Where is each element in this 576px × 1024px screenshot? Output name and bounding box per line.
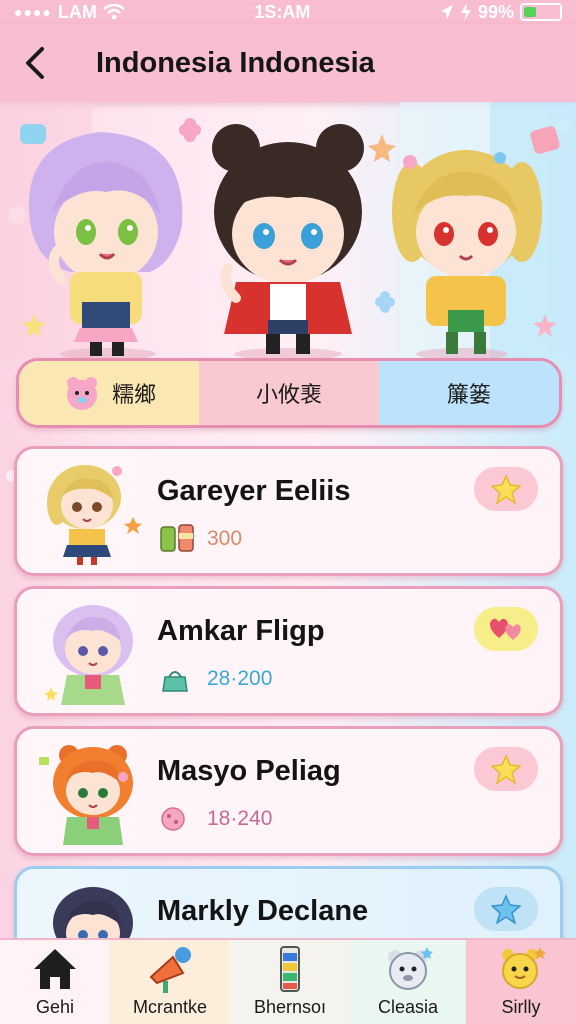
location-icon	[440, 5, 453, 19]
tab-2[interactable]: 小攸裵	[199, 361, 379, 425]
sun-face-icon	[502, 947, 546, 989]
tab-label: 小攸裵	[255, 382, 322, 407]
character-red-coat	[212, 124, 364, 360]
back-button[interactable]	[18, 43, 52, 83]
nav-label: Bhernsoı	[253, 997, 327, 1017]
page-title: Indonesia Indonesia	[96, 46, 375, 79]
avatar	[39, 745, 133, 845]
hero-banner	[0, 102, 576, 360]
character-card[interactable]: Amkar Fligp 28·200	[14, 586, 563, 716]
character-card[interactable]: Masyo Peliag 18·240	[14, 726, 563, 856]
bottom-nav: Gehi Mcrantke Bhernsoı Cleasia Sirlly	[0, 938, 576, 1024]
tab-1[interactable]: 糯鄉	[19, 361, 199, 425]
favorite-button[interactable]	[474, 607, 538, 651]
stat-value: 18·240	[207, 807, 273, 830]
nav-item-battery[interactable]: Bhernsoı	[230, 940, 350, 1024]
character-name: Gareyer Eeliis	[157, 475, 351, 507]
character-name: Markly Declane	[157, 895, 369, 927]
nav-item-megaphone[interactable]: Mcrantke	[110, 940, 230, 1024]
status-bar: ●●●● LAM 1S:AM 99%	[0, 0, 576, 24]
favorite-button[interactable]	[474, 467, 538, 511]
nav-label: Cleasia	[377, 997, 439, 1017]
star-icon	[368, 134, 396, 162]
avatar	[47, 465, 142, 565]
charging-icon	[460, 3, 471, 21]
sticker-icon	[20, 124, 46, 144]
chevron-left-icon	[26, 47, 44, 79]
nav-item-bear[interactable]: Cleasia	[350, 940, 466, 1024]
signal-icon: ●●●●	[14, 4, 52, 20]
favorite-button[interactable]	[474, 887, 538, 931]
nav-label: Gehi	[35, 997, 75, 1017]
cans-icon	[160, 524, 194, 552]
star-icon	[491, 894, 521, 924]
hero-illustration	[0, 102, 576, 360]
character-stats: 28·200	[157, 663, 272, 695]
tab-3[interactable]: 簾篓	[379, 361, 559, 425]
app-header: Indonesia Indonesia	[0, 24, 576, 102]
nav-label: Mcrantke	[132, 997, 208, 1017]
megaphone-icon	[149, 947, 191, 993]
character-stats: 300	[157, 523, 242, 555]
nav-item-home[interactable]: Gehi	[0, 940, 110, 1024]
bag-icon	[162, 671, 188, 692]
bear-icon	[388, 947, 433, 990]
wifi-icon	[103, 4, 125, 20]
nav-label: Sirlly	[501, 997, 541, 1017]
character-name: Amkar Fligp	[157, 615, 325, 647]
character-name: Masyo Peliag	[157, 755, 341, 787]
favorite-button[interactable]	[474, 747, 538, 791]
avatar	[44, 605, 133, 705]
category-tabs: 糯鄉 小攸裵 簾篓	[16, 358, 562, 428]
nav-item-sun[interactable]: Sirlly	[466, 940, 576, 1024]
battery-percent: 99%	[477, 1, 514, 22]
carrier-label: LAM	[57, 1, 97, 22]
stat-value: 28·200	[207, 667, 273, 690]
cookie-icon	[161, 807, 185, 831]
star-icon	[491, 474, 521, 504]
character-stats: 18·240	[157, 803, 272, 835]
home-icon	[34, 949, 76, 989]
flower-icon	[179, 118, 201, 142]
tab-label: 簾篓	[446, 382, 491, 407]
bear-icon	[66, 377, 97, 410]
battery-icon	[520, 3, 562, 21]
tab-label: 糯鄉	[111, 382, 156, 407]
battery-icon	[280, 946, 300, 992]
star-icon	[491, 754, 521, 784]
sparkle-icon	[375, 291, 395, 313]
stat-value: 300	[207, 527, 243, 550]
character-card[interactable]: Gareyer Eeliis 300	[14, 446, 563, 576]
hearts-icon	[490, 618, 521, 640]
status-time: 1S:AM	[254, 1, 311, 22]
